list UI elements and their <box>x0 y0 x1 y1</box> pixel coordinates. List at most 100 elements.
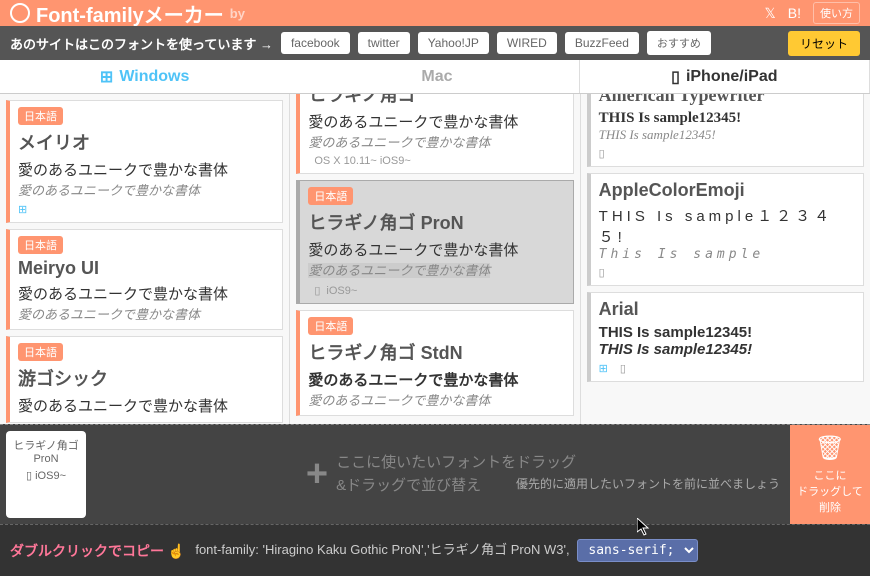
font-name: AppleColorEmoji <box>599 180 855 201</box>
css-text: font-family: 'Hiragino Kaku Gothic ProN'… <box>195 542 569 557</box>
font-card[interactable]: Arial THIS Is sample12345! THIS Is sampl… <box>587 292 864 382</box>
font-card[interactable]: 日本語 メイリオ 愛のあるユニークで豊かな書体 愛のあるユニークで豊かな書体 ⊞ <box>6 100 283 223</box>
phone-icon: ▯ <box>599 147 605 160</box>
font-card[interactable]: American Typewriter THIS Is sample12345!… <box>587 94 864 167</box>
font-meta: ▯ <box>599 266 855 279</box>
site-facebook[interactable]: facebook <box>281 32 350 54</box>
sample-italic: 愛のあるユニークで豊かな書体 <box>18 304 274 323</box>
font-name: Meiryo UI <box>18 258 274 279</box>
font-meta: ⊞ ▯ <box>599 362 855 375</box>
col-ios[interactable]: American Typewriter THIS Is sample12345!… <box>581 94 870 424</box>
windows-icon: ⊞ <box>100 67 113 87</box>
drag-area[interactable]: ヒラギノ角ゴ ProN ▯ iOS9~ + ここに使いたいフォントをドラッグ &… <box>0 424 870 524</box>
sample-italic: 愛のあるユニークで豊かな書体 <box>18 180 274 199</box>
font-card[interactable]: 日本語 游ゴシック 愛のあるユニークで豊かな書体 <box>6 336 283 423</box>
font-card[interactable]: ヒラギノ角ゴ 愛のあるユニークで豊かな書体 愛のあるユニークで豊かな書体 OS … <box>296 94 573 174</box>
sample-bold: THIS Is sample１２３４５! <box>599 205 855 247</box>
site-wired[interactable]: WIRED <box>497 32 557 54</box>
hand-icon: ☝ <box>168 543 185 559</box>
tag-jp: 日本語 <box>308 187 353 205</box>
phone-icon: ▯ <box>26 470 32 482</box>
sample-italic: 愛のあるユニークで豊かな書体 <box>308 390 564 409</box>
font-name: 游ゴシック <box>18 365 274 391</box>
css-output[interactable]: font-family: 'Hiragino Kaku Gothic ProN'… <box>195 539 860 562</box>
tab-mac-label: Mac <box>421 68 452 86</box>
font-name: Arial <box>599 299 855 320</box>
sample-bold: THIS Is sample12345! <box>599 324 855 341</box>
sample-bold: THIS Is sample12345! <box>599 110 855 127</box>
phone-icon: ▯ <box>620 362 626 375</box>
chip-name: ヒラギノ角ゴ ProN <box>12 437 80 465</box>
font-meta: OS X 10.11~ iOS9~ <box>308 155 564 167</box>
meta-text: iOS9~ <box>326 285 357 297</box>
phone-icon: ▯ <box>671 67 680 87</box>
priority-hint: 優先的に適用したいフォントを前に並べましょう <box>516 475 780 492</box>
tag-jp: 日本語 <box>18 236 63 254</box>
tab-windows[interactable]: ⊞ Windows <box>0 60 289 93</box>
copy-label: ダブルクリックでコピー ☝ <box>10 541 185 561</box>
code-bar: ダブルクリックでコピー ☝ font-family: 'Hiragino Kak… <box>0 524 870 576</box>
tag-jp: 日本語 <box>18 343 63 361</box>
sitebar: あのサイトはこのフォントを使っています → facebook twitter Y… <box>0 26 870 60</box>
os-tabs: ⊞ Windows Mac ▯ iPhone/iPad <box>0 60 870 94</box>
font-meta: ⊞ <box>18 203 274 216</box>
chip-meta: iOS9~ <box>35 470 66 482</box>
copy-label-text: ダブルクリックでコピー <box>10 543 164 559</box>
trash-icon: 🗑 <box>815 434 845 463</box>
plus-icon: + <box>306 453 328 496</box>
meta-text: OS X 10.11~ iOS9~ <box>314 155 410 167</box>
font-card[interactable]: AppleColorEmoji THIS Is sample１２３４５! Thi… <box>587 173 864 286</box>
sitebar-label: あのサイトはこのフォントを使っています → <box>10 34 273 53</box>
sample-bold: 愛のあるユニークで豊かな書体 <box>308 239 564 260</box>
app-title: Font-familyメーカー by <box>10 0 245 28</box>
font-meta: ▯ <box>599 147 855 160</box>
sample-italic: 愛のあるユニークで豊かな書体 <box>308 132 564 151</box>
tag-jp: 日本語 <box>18 107 63 125</box>
font-columns: 日本語 メイリオ 愛のあるユニークで豊かな書体 愛のあるユニークで豊かな書体 ⊞… <box>0 94 870 424</box>
sample-bold: 愛のあるユニークで豊かな書体 <box>308 369 564 390</box>
site-twitter[interactable]: twitter <box>358 32 410 54</box>
usage-button[interactable]: 使い方 <box>813 2 860 24</box>
site-osusume[interactable]: おすすめ <box>647 31 711 55</box>
header: Font-familyメーカー by 𝕏 B! 使い方 <box>0 0 870 26</box>
drag-delete-zone[interactable]: 🗑 ここに ドラッグして 削除 <box>790 425 870 524</box>
col-mac[interactable]: ヒラギノ角ゴ 愛のあるユニークで豊かな書体 愛のあるユニークで豊かな書体 OS … <box>290 94 580 424</box>
by-text: by <box>230 6 245 21</box>
sample-bold: 愛のあるユニークで豊かな書体 <box>18 159 274 180</box>
sample-bold: 愛のあるユニークで豊かな書体 <box>18 395 274 416</box>
pencil-icon <box>10 3 30 23</box>
header-right: 𝕏 B! 使い方 <box>764 2 860 24</box>
tab-windows-label: Windows <box>119 68 189 86</box>
site-yahoojp[interactable]: Yahoo!JP <box>418 32 489 54</box>
font-name: メイリオ <box>18 129 274 155</box>
col-windows[interactable]: 日本語 メイリオ 愛のあるユニークで豊かな書体 愛のあるユニークで豊かな書体 ⊞… <box>0 94 290 424</box>
tab-ios-label: iPhone/iPad <box>686 68 778 86</box>
font-name: ヒラギノ角ゴ <box>308 94 564 107</box>
phone-icon: ▯ <box>314 284 320 297</box>
windows-icon: ⊞ <box>18 203 27 216</box>
tab-ios[interactable]: ▯ iPhone/iPad <box>579 60 870 93</box>
font-meta: ▯ iOS9~ <box>308 284 564 297</box>
sample-italic: THIS Is sample12345! <box>599 127 855 143</box>
font-name: ヒラギノ角ゴ ProN <box>308 209 564 235</box>
sample-bold: 愛のあるユニークで豊かな書体 <box>308 111 564 132</box>
font-card-selected[interactable]: 日本語 ヒラギノ角ゴ ProN 愛のあるユニークで豊かな書体 愛のあるユニークで… <box>296 180 573 304</box>
font-name: ヒラギノ角ゴ StdN <box>308 339 564 365</box>
phone-icon: ▯ <box>599 266 605 279</box>
twitter-icon[interactable]: 𝕏 <box>764 5 775 22</box>
font-card[interactable]: 日本語 Meiryo UI 愛のあるユニークで豊かな書体 愛のあるユニークで豊か… <box>6 229 283 330</box>
font-card[interactable]: 日本語 ヒラギノ角ゴ StdN 愛のあるユニークで豊かな書体 愛のあるユニークで… <box>296 310 573 416</box>
sample-italic: 愛のあるユニークで豊かな書体 <box>308 263 490 278</box>
selected-font-chip[interactable]: ヒラギノ角ゴ ProN ▯ iOS9~ <box>6 431 86 518</box>
title-text: Font-familyメーカー <box>36 0 224 28</box>
sample-italic: This Is sample <box>599 247 855 262</box>
sample-italic: THIS Is sample12345! <box>599 341 855 358</box>
font-name: American Typewriter <box>599 94 855 106</box>
reset-button[interactable]: リセット <box>788 31 860 56</box>
site-buzzfeed[interactable]: BuzzFeed <box>565 32 639 54</box>
fallback-select[interactable]: sans-serif; <box>577 539 698 562</box>
drag-text-1: ここに使いたいフォントをドラッグ <box>336 452 576 475</box>
tag-jp: 日本語 <box>308 317 353 335</box>
tab-mac[interactable]: Mac <box>289 60 578 93</box>
hatena-icon[interactable]: B! <box>788 5 801 21</box>
